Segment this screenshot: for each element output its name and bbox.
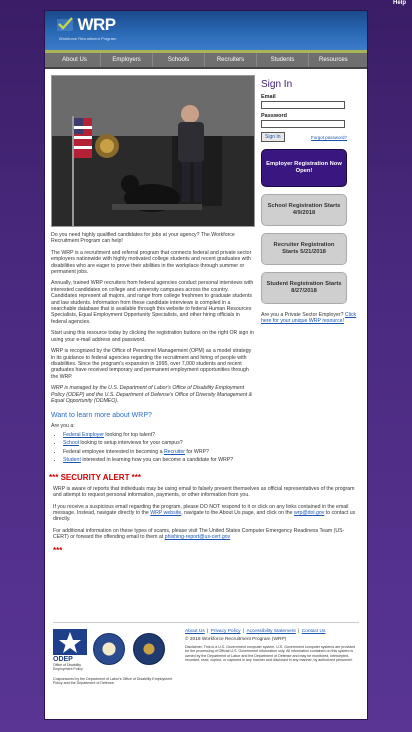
private-sector-note: Are you a Private Sector Employer? Click… <box>261 312 361 324</box>
nav-about-us[interactable]: About Us <box>49 53 101 67</box>
school-registration-button[interactable]: School Registration Starts 4/9/2018 <box>261 194 347 226</box>
list-item-prefix: Federal employee interested in becoming … <box>63 448 164 455</box>
logo-title: WRP <box>77 15 116 34</box>
school-registration-label: School Registration Starts 4/9/2018 <box>267 203 341 216</box>
security-alert-heading: *** SECURITY ALERT *** <box>49 472 142 482</box>
signin-actions: Sign In Forgot password? <box>261 132 347 142</box>
footer-links: About Us | Privacy Policy | Accessibilit… <box>185 629 326 634</box>
recruiter-registration-button[interactable]: Recruiter Registration Starts 5/21/2018 <box>261 233 347 265</box>
department-of-defense-seal-icon[interactable] <box>133 633 165 665</box>
alert-paragraph-3: For additional information on these type… <box>53 528 359 541</box>
content-area: Do you need highly qualified candidates … <box>45 69 367 465</box>
recruiter-registration-label: Recruiter Registration Starts 5/21/2018 <box>273 242 335 255</box>
footer-privacy-link[interactable]: Privacy Policy <box>211 629 241 634</box>
paragraph-5: WRP is managed by the U.S. Department of… <box>51 385 253 404</box>
footer-contact-link[interactable]: Contact Us <box>302 629 326 634</box>
learn-more-heading: Want to learn more about WRP? <box>51 412 152 420</box>
password-label: Password <box>261 113 287 119</box>
odep-subtitle: Office of Disability Employment Policy <box>53 663 83 671</box>
email-field[interactable] <box>261 101 345 109</box>
security-alert-end: *** <box>53 545 63 555</box>
signin-button[interactable]: Sign In <box>261 132 285 142</box>
security-alert-body: WRP is aware of reports that individuals… <box>45 486 367 541</box>
top-bar: Help <box>0 0 412 8</box>
main-column: Do you need highly qualified candidates … <box>51 75 261 465</box>
nav-employers[interactable]: Employers <box>101 53 153 67</box>
list-item-text: interested in learning how you can becom… <box>80 456 234 463</box>
alert-paragraph-2: If you receive a suspicious email regard… <box>53 504 359 523</box>
list-item-text: looking to setup interviews for your cam… <box>78 440 183 447</box>
paragraph-3: Start using this resource today by click… <box>51 330 254 343</box>
list-item: Student interested in learning how you c… <box>63 457 255 464</box>
disclaimer: Disclaimer: This is a U.S. Government co… <box>185 645 356 663</box>
private-sector-text: Are you a Private Sector Employer? <box>261 312 345 318</box>
site-footer: ODEP Office of Disability Employment Pol… <box>53 622 359 701</box>
page-container: WRP Workforce Recruitment Program About … <box>44 10 368 720</box>
department-of-labor-seal-icon[interactable] <box>93 633 125 665</box>
footer-about-link[interactable]: About Us <box>185 629 205 634</box>
school-link[interactable]: School <box>63 440 79 446</box>
email-label: Email <box>261 94 276 100</box>
hero-photo-illustration <box>52 76 254 226</box>
hero-photo <box>51 75 255 227</box>
odep-logo[interactable]: ODEP Office of Disability Employment Pol… <box>53 629 87 671</box>
nav-schools[interactable]: Schools <box>153 53 205 67</box>
site-header: WRP Workforce Recruitment Program <box>45 11 367 53</box>
help-link[interactable]: Help <box>393 0 406 6</box>
wrp-website-link[interactable]: WRP website <box>150 510 181 516</box>
forgot-password-link[interactable]: Forgot password? <box>311 135 347 140</box>
employer-registration-button[interactable]: Employer Registration Now Open! <box>261 149 347 187</box>
nav-students[interactable]: Students <box>257 53 309 67</box>
employer-registration-label: Employer Registration Now Open! <box>266 161 342 174</box>
intro-text: Do you need highly qualified candidates … <box>51 232 235 245</box>
paragraph-1: The WRP is a recruitment and referral pr… <box>51 249 252 276</box>
logo-subtitle: Workforce Recruitment Program <box>59 36 117 41</box>
recruiter-link[interactable]: Recruiter <box>164 449 185 455</box>
are-you-label: Are you a: <box>51 423 75 430</box>
nav-resources[interactable]: Resources <box>309 53 361 67</box>
main-nav: About Us Employers Schools Recruiters St… <box>45 53 367 69</box>
audience-list: Federal Employer looking for top talent?… <box>51 432 255 463</box>
paragraph-2: Annually, trained WRP recruiters from fe… <box>51 280 254 325</box>
list-item-text: for WRP? <box>184 448 209 455</box>
student-registration-button[interactable]: Student Registration Starts 8/27/2018 <box>261 272 347 304</box>
wrp-email-link[interactable]: wrp@dol.gov <box>294 510 324 516</box>
list-item: School looking to setup interviews for y… <box>63 440 255 447</box>
federal-employer-link[interactable]: Federal Employer <box>63 432 104 438</box>
paragraph-4: WRP is recognized by the Office of Perso… <box>51 348 252 380</box>
alert-text: , navigate to the About Us page, and cli… <box>181 509 294 516</box>
odep-title: ODEP <box>53 656 73 663</box>
list-item: Federal Employer looking for top talent? <box>63 432 255 439</box>
footer-info: About Us | Privacy Policy | Accessibilit… <box>181 629 359 701</box>
list-item: Federal employee interested in becoming … <box>63 449 255 456</box>
odep-star-icon <box>53 629 87 655</box>
checkmark-logo-icon <box>57 17 73 31</box>
list-item-text: looking for top talent? <box>103 432 155 439</box>
sidebar: Sign In Email Password Sign In Forgot pa… <box>261 75 361 465</box>
signin-heading: Sign In <box>261 79 293 90</box>
footer-logos: ODEP Office of Disability Employment Pol… <box>53 629 181 701</box>
phishing-report-link[interactable]: phishing-report@us-cert.gov <box>165 534 231 540</box>
student-link[interactable]: Student <box>63 457 81 463</box>
password-field[interactable] <box>261 120 345 128</box>
student-registration-label: Student Registration Starts 8/27/2018 <box>266 281 342 294</box>
wrp-logo[interactable]: WRP Workforce Recruitment Program <box>57 15 117 41</box>
copyright: © 2018 Workforce Recruitment Program (WR… <box>185 637 287 642</box>
alert-paragraph-1: WRP is aware of reports that individuals… <box>53 485 355 499</box>
nav-recruiters[interactable]: Recruiters <box>205 53 257 67</box>
footer-accessibility-link[interactable]: Accessibility Statement <box>246 629 295 634</box>
cosponsor-text: Cosponsored by the Department of Labor's… <box>53 677 173 686</box>
